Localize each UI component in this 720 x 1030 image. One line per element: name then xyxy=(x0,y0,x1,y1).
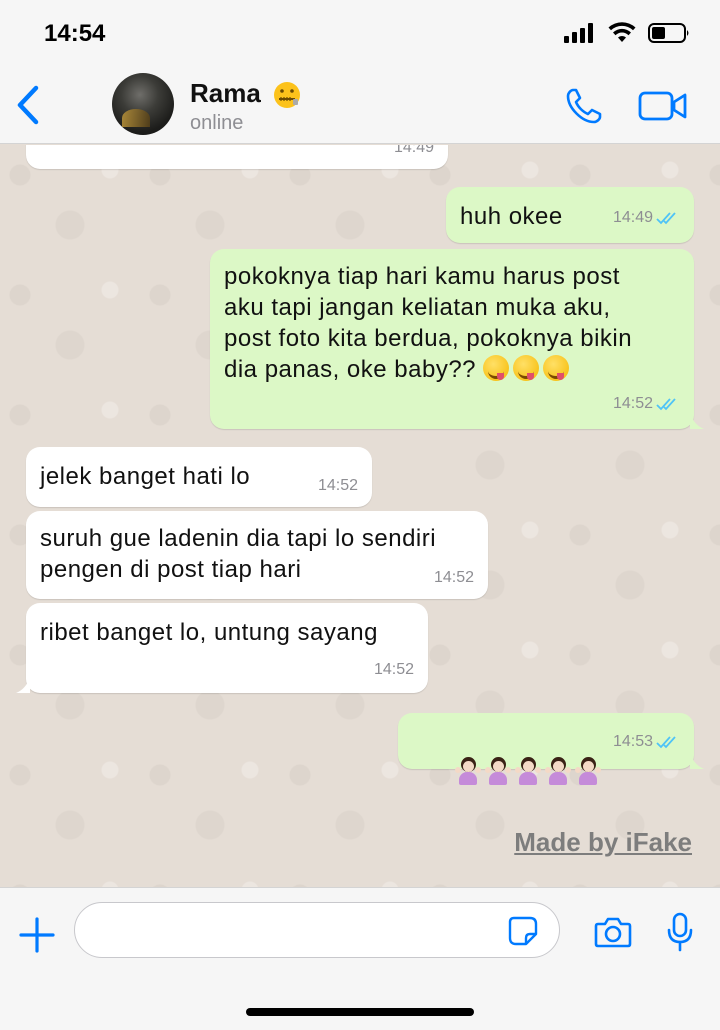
message-text-body: pokoknya tiap hari kamu harus post aku t… xyxy=(224,263,633,383)
message-text: suruh gue ladenin dia tapi lo sendiri pe… xyxy=(40,525,437,583)
wifi-icon xyxy=(608,22,636,42)
home-indicator[interactable] xyxy=(246,1008,474,1016)
back-chevron-icon[interactable] xyxy=(14,84,44,126)
input-bar xyxy=(0,887,720,1030)
message-text: pokoknya tiap hari kamu harus post aku t… xyxy=(224,261,680,385)
person-shrugging-icon xyxy=(515,758,542,786)
message-time: 14:53 xyxy=(612,733,653,750)
message-bubble-outgoing[interactable]: huh okee 14:49 xyxy=(446,187,694,243)
phone-call-icon[interactable] xyxy=(564,86,604,126)
person-shrugging-icon xyxy=(545,758,572,786)
person-shrugging-icon xyxy=(575,758,602,786)
message-bubble-incoming[interactable]: ribet banget lo, untung sayang 14:52 xyxy=(16,603,428,693)
message-bubble-outgoing[interactable]: 14:53 xyxy=(398,713,704,785)
plus-icon[interactable] xyxy=(18,916,56,954)
message-meta: 14:52 xyxy=(318,470,358,501)
status-bar: 14:54 xyxy=(0,0,720,64)
message-text: jelek banget hati lo xyxy=(40,463,251,490)
double-check-read-icon xyxy=(656,735,676,748)
cellular-signal-icon xyxy=(564,23,593,43)
video-call-icon[interactable] xyxy=(638,88,688,124)
message-bubble-incoming[interactable]: 14:49 xyxy=(26,145,448,169)
sticker-icon[interactable] xyxy=(508,916,538,946)
bubble-tail xyxy=(690,413,704,429)
message-time: 14:52 xyxy=(433,569,474,586)
message-text: ribet banget lo, untung sayang xyxy=(40,619,378,646)
zipper-mouth-face-icon xyxy=(274,82,300,108)
double-check-read-icon xyxy=(656,211,676,224)
face-savoring-food-icon xyxy=(513,355,540,381)
battery-icon xyxy=(648,23,689,43)
avatar[interactable] xyxy=(112,73,174,135)
message-meta: 14:49 xyxy=(394,145,434,163)
message-meta: 14:52 xyxy=(374,654,414,685)
message-time: 14:52 xyxy=(612,395,653,412)
status-time: 14:54 xyxy=(44,20,106,47)
microphone-icon[interactable] xyxy=(666,912,694,952)
bubble-tail xyxy=(16,677,30,693)
message-meta: 14:52 xyxy=(613,388,680,419)
message-meta: 14:49 xyxy=(613,202,680,233)
bubble-tail xyxy=(690,753,704,769)
watermark: Made by iFake xyxy=(514,827,692,857)
contact-status: online xyxy=(190,112,244,134)
message-input[interactable] xyxy=(74,902,560,958)
chat-area[interactable]: 14:49 huh okee 14:49 pokoknya tiap hari … xyxy=(0,145,720,887)
person-shrugging-icon xyxy=(485,758,512,786)
message-meta: 14:52 xyxy=(434,562,474,593)
message-time: 14:49 xyxy=(393,145,434,156)
contact-name[interactable]: Rama xyxy=(190,78,261,109)
chat-header: Rama online xyxy=(0,64,720,144)
message-meta: 14:53 xyxy=(613,726,680,757)
person-shrugging-icon xyxy=(455,758,482,786)
message-bubble-outgoing[interactable]: pokoknya tiap hari kamu harus post aku t… xyxy=(210,249,704,429)
status-icons xyxy=(564,22,690,44)
message-time: 14:49 xyxy=(612,209,653,226)
camera-icon[interactable] xyxy=(594,916,632,948)
message-time: 14:52 xyxy=(317,477,358,494)
message-bubble-incoming[interactable]: jelek banget hati lo 14:52 xyxy=(26,447,372,507)
face-savoring-food-icon xyxy=(543,355,570,381)
face-savoring-food-icon xyxy=(483,355,510,381)
double-check-read-icon xyxy=(656,397,676,410)
message-time: 14:52 xyxy=(373,661,414,678)
message-bubble-incoming[interactable]: suruh gue ladenin dia tapi lo sendiri pe… xyxy=(26,511,488,599)
